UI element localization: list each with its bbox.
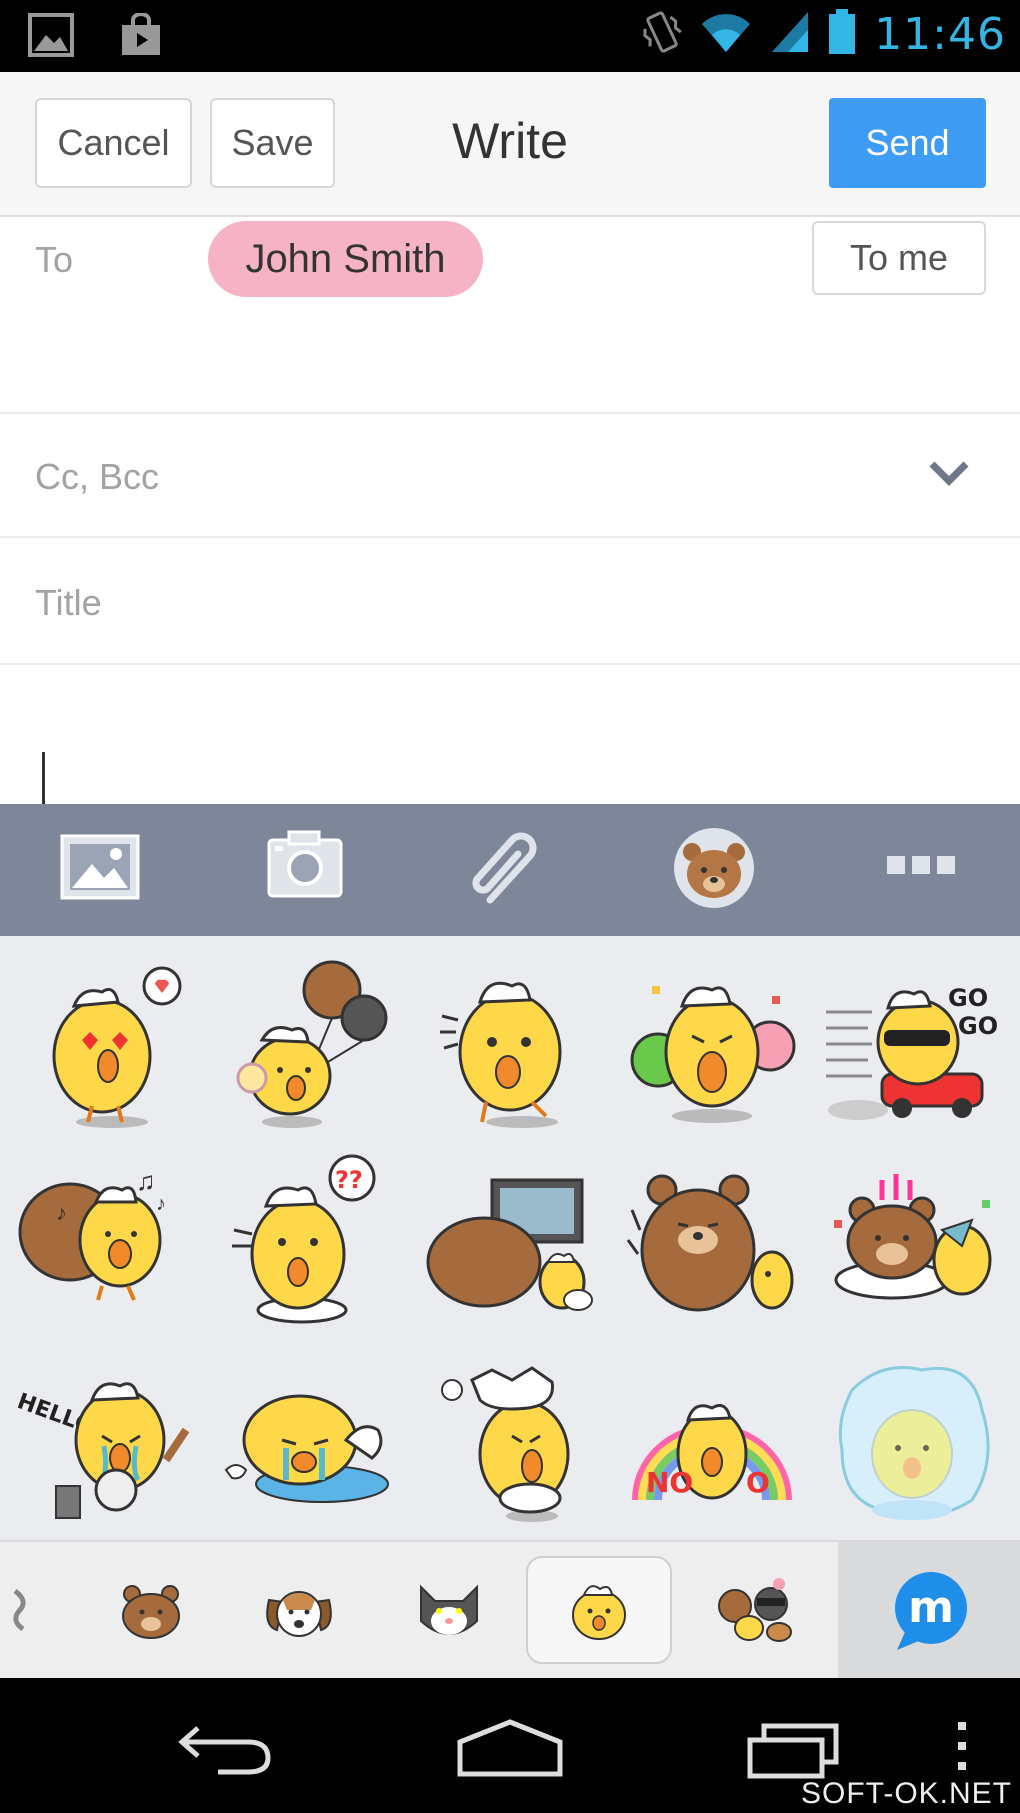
app-switch-area[interactable]: m [838,1542,1020,1678]
svg-text:♪: ♪ [56,1200,67,1225]
watermark: SOFT-OK.NET [800,1777,1012,1810]
wifi-icon [700,10,752,59]
bear-chick-music-sticker[interactable]: ♫ ♪ ♪ [16,1150,196,1330]
chick-tab-icon[interactable] [526,1556,672,1664]
bear-tab-icon[interactable] [96,1560,206,1660]
partial-tab[interactable] [0,1560,40,1660]
to-row[interactable]: To John Smith To me [0,217,1020,414]
status-bar: 11:46 [0,0,1020,72]
chevron-down-icon[interactable] [928,460,970,493]
svg-text:♪: ♪ [156,1193,166,1215]
chick-with-bear-balloons-sticker[interactable] [222,956,402,1136]
bear-chick-cake-sticker[interactable] [822,1150,1002,1330]
svg-text:♫: ♫ [136,1166,156,1196]
chick-hello-sticker[interactable]: HELLO [14,1350,196,1530]
compose-header: Cancel Save Write Send [0,72,1020,217]
back-icon[interactable] [178,1720,274,1781]
body-field[interactable] [0,665,1020,804]
to-label: To [35,239,74,280]
vibrate-icon [642,8,682,61]
attachment-icon[interactable] [468,826,548,915]
chick-go-go-car-sticker[interactable]: GO GO [822,956,1002,1136]
sticker-grid: GO GO ♫ ♪ ♪ ?? HELLO NO O [0,936,1020,1540]
attachment-toolbar [0,804,1020,936]
cancel-button[interactable]: Cancel [35,98,192,188]
group-tab-icon[interactable] [700,1560,810,1660]
cc-bcc-row[interactable]: Cc, Bcc [0,414,1020,538]
store-notification-icon [120,12,162,62]
sticker-bear-icon[interactable] [672,826,756,915]
chick-confused-sticker[interactable]: ?? [222,1150,402,1330]
cc-bcc-label: Cc, Bcc [35,456,160,497]
status-time: 11:46 [874,9,1006,60]
title-field[interactable]: Title [0,538,1020,665]
home-icon[interactable] [456,1718,564,1783]
svg-text:??: ?? [335,1166,363,1194]
gallery-notification-icon [28,13,74,62]
text-cursor [42,752,45,804]
dog-tab-icon[interactable] [244,1560,354,1660]
bear-sitting-chick-sticker[interactable] [622,1150,802,1330]
chick-shocked-sticker[interactable] [422,956,602,1136]
recents-icon[interactable] [746,1720,846,1785]
svg-text:O: O [746,1466,770,1499]
go-text-2: GO [958,1012,998,1040]
m-letter: m [908,1582,954,1633]
cat-tab-icon[interactable] [394,1560,504,1660]
chick-no-rainbow-sticker[interactable]: NO O [622,1350,802,1530]
recipient-chip[interactable]: John Smith [208,221,483,297]
to-me-button[interactable]: To me [812,221,986,295]
nav-bar: SOFT-OK.NET [0,1678,1020,1813]
camera-icon[interactable] [265,828,345,905]
send-button[interactable]: Send [829,98,986,188]
more-icon[interactable] [885,854,957,883]
chick-egg-hat-sticker[interactable] [432,1350,612,1530]
page-title: Write [452,113,568,169]
bear-chick-tv-sticker[interactable] [422,1150,602,1330]
battery-icon [828,9,856,60]
image-icon[interactable] [60,834,140,905]
chick-bubble-sticker[interactable] [822,1350,1002,1530]
chick-crying-flowers-sticker[interactable] [622,956,802,1136]
chick-puddle-crying-sticker[interactable] [222,1350,402,1530]
sticker-tabs: m [0,1540,1020,1678]
m-messenger-icon[interactable]: m [891,1570,971,1652]
save-button[interactable]: Save [210,98,335,188]
chick-heart-eyes-sticker[interactable] [22,956,202,1136]
no-text: NO [646,1466,693,1499]
menu-icon[interactable] [956,1718,970,1783]
signal-icon [770,10,810,59]
title-placeholder: Title [35,582,102,623]
go-text: GO [948,984,988,1012]
compose-form: To John Smith To me Cc, Bcc Title [0,217,1020,804]
